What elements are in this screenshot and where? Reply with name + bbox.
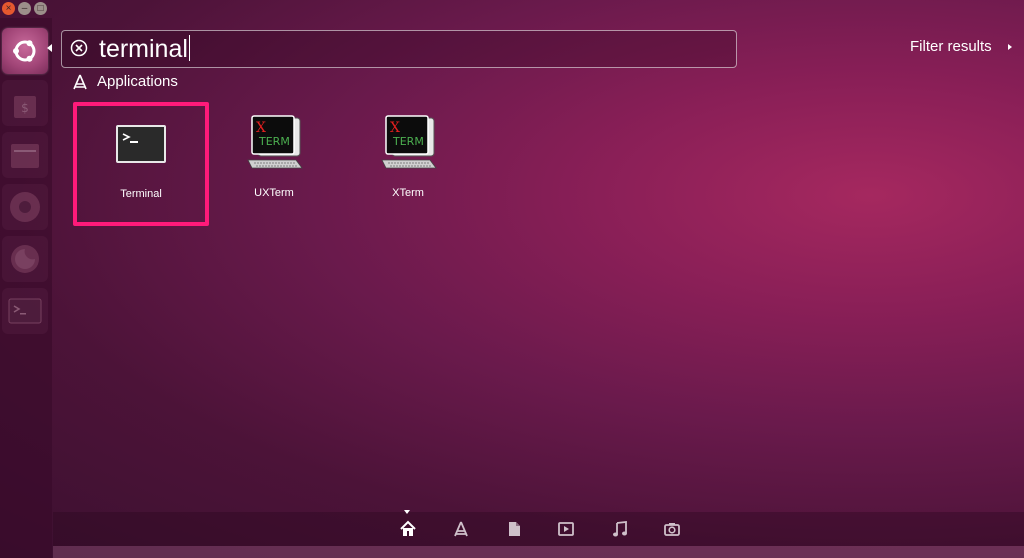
- applications-icon[interactable]: [452, 520, 470, 538]
- search-input-value: terminal: [99, 35, 188, 63]
- launcher-active-pointer: [47, 44, 52, 52]
- shopping-bag-icon: $: [14, 96, 36, 118]
- clear-circle-icon[interactable]: [70, 39, 88, 57]
- maximize-button[interactable]: □: [34, 2, 47, 15]
- lens-bar-bottom-strip: [53, 546, 1024, 558]
- launcher-item-terminal[interactable]: [2, 288, 48, 334]
- chromium-icon: [10, 192, 40, 222]
- app-tile-xterm[interactable]: X TERM XTerm: [340, 102, 476, 226]
- launcher-item-software-center[interactable]: $: [2, 80, 48, 126]
- xterm-x-text: X: [256, 120, 266, 136]
- home-icon[interactable]: [399, 520, 417, 538]
- launcher-item-firefox[interactable]: [2, 236, 48, 282]
- xterm-icon: X TERM: [381, 115, 437, 169]
- document-icon[interactable]: [505, 520, 523, 538]
- launcher-item-files[interactable]: [2, 132, 48, 178]
- applications-icon: [73, 74, 87, 90]
- launcher-item-dash-home[interactable]: [2, 28, 48, 74]
- lens-active-pointer: [404, 510, 410, 514]
- app-tile-uxterm[interactable]: X TERM UXTerm: [206, 102, 342, 226]
- ubuntu-logo-icon: [13, 40, 36, 62]
- camera-icon[interactable]: [663, 520, 681, 538]
- app-label: Terminal: [120, 188, 162, 200]
- music-note-icon[interactable]: [611, 520, 629, 538]
- xterm-icon: X TERM: [247, 115, 303, 169]
- xterm-x-text: X: [390, 120, 400, 136]
- app-label: UXTerm: [254, 187, 294, 199]
- svg-text:$: $: [21, 101, 29, 115]
- category-title: Applications: [97, 73, 178, 90]
- xterm-term-text: TERM: [392, 135, 424, 148]
- file-cabinet-icon: [11, 144, 39, 168]
- firefox-icon: [11, 245, 39, 273]
- terminal-icon: [8, 298, 42, 324]
- search-box[interactable]: terminal: [61, 30, 737, 68]
- launcher-item-chromium[interactable]: [2, 184, 48, 230]
- minimize-button[interactable]: –: [18, 2, 31, 15]
- chevron-right-icon[interactable]: [1008, 44, 1012, 50]
- terminal-icon: [116, 125, 166, 163]
- close-button[interactable]: ×: [2, 2, 15, 15]
- xterm-term-text: TERM: [258, 135, 290, 148]
- launcher: $: [0, 18, 52, 558]
- video-icon[interactable]: [557, 520, 575, 538]
- filter-results-button[interactable]: Filter results: [910, 38, 992, 55]
- text-caret: [188, 35, 190, 61]
- app-label: XTerm: [392, 187, 424, 199]
- search-input[interactable]: terminal: [99, 33, 190, 65]
- lens-bar: [53, 512, 1024, 546]
- app-tile-terminal[interactable]: Terminal: [73, 102, 209, 226]
